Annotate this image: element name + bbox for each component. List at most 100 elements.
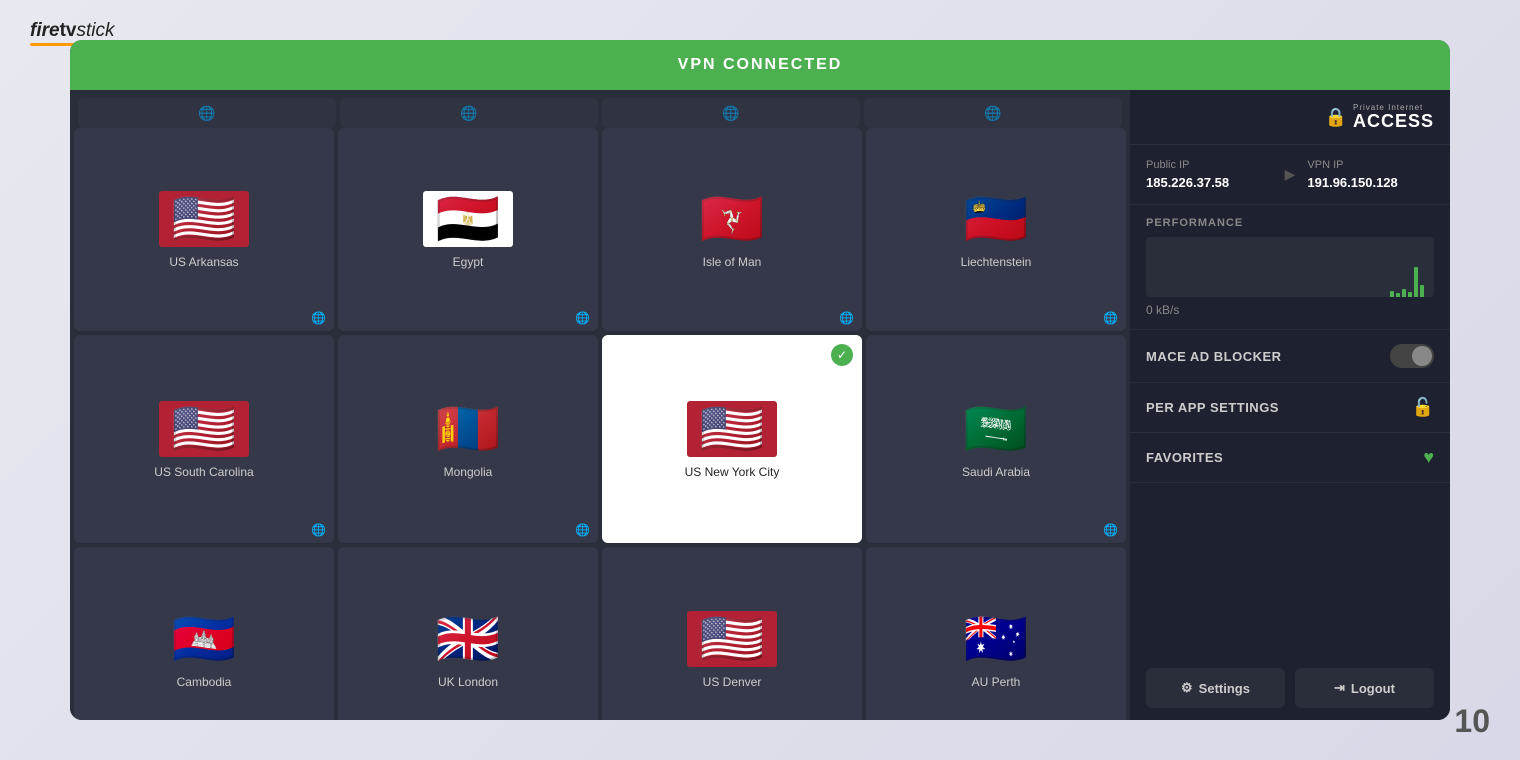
partial-cell-3: 🌐 — [602, 98, 860, 128]
globe-icon-6: 🌐 — [575, 523, 590, 537]
flag-us-denver — [687, 611, 777, 667]
globe-icon-2: 🌐 — [575, 311, 590, 325]
label-us-sc: US South Carolina — [154, 465, 253, 479]
logout-label: Logout — [1351, 681, 1395, 696]
settings-label: Settings — [1199, 681, 1250, 696]
pia-access-label: ACCESS — [1353, 112, 1434, 130]
pia-text-block: Private Internet ACCESS — [1353, 104, 1434, 130]
label-au-perth: AU Perth — [972, 675, 1021, 689]
flag-isle-of-man — [687, 191, 777, 247]
performance-bars — [1390, 267, 1424, 297]
vpn-ip-label: VPN IP — [1307, 159, 1434, 171]
vpn-status-label: VPN CONNECTED — [678, 56, 843, 74]
main-screen: VPN CONNECTED 🌐 🌐 🌐 🌐 — [70, 40, 1450, 720]
selected-check-icon: ✓ — [831, 344, 853, 366]
label-us-arkansas: US Arkansas — [169, 255, 238, 269]
gear-icon: ⚙ — [1181, 680, 1193, 696]
cell-mongolia[interactable]: Mongolia 🌐 — [338, 335, 598, 544]
label-uk-london: UK London — [438, 675, 498, 689]
performance-graph — [1146, 237, 1434, 297]
cell-isle-of-man[interactable]: Isle of Man 🌐 — [602, 128, 862, 331]
performance-section: PERFORMANCE 0 kB/s — [1130, 205, 1450, 330]
globe-icon-1: 🌐 — [311, 311, 326, 325]
public-ip-label: Public IP — [1146, 159, 1273, 171]
flag-uk-london — [423, 611, 513, 667]
pia-header: 🔒 Private Internet ACCESS — [1130, 90, 1450, 145]
performance-kb: 0 kB/s — [1146, 303, 1434, 317]
bar-4 — [1408, 292, 1412, 297]
fire-text: fire — [30, 20, 60, 41]
arrow-right-icon: ▶ — [1285, 166, 1296, 183]
label-us-nyc: US New York City — [685, 465, 780, 479]
label-isle-of-man: Isle of Man — [703, 255, 762, 269]
label-egypt: Egypt — [453, 255, 484, 269]
bar-5 — [1414, 267, 1418, 297]
flag-saudi-arabia — [951, 401, 1041, 457]
cell-uk-london[interactable]: UK London 🌐 — [338, 547, 598, 720]
cell-us-arkansas[interactable]: US Arkansas 🌐 — [74, 128, 334, 331]
public-ip-block: Public IP 185.226.37.58 — [1146, 159, 1273, 190]
pia-logo: 🔒 Private Internet ACCESS — [1325, 104, 1434, 130]
label-cambodia: Cambodia — [177, 675, 232, 689]
vpn-ip-block: VPN IP 191.96.150.128 — [1307, 159, 1434, 190]
ip-section: Public IP 185.226.37.58 ▶ VPN IP 191.96.… — [1130, 145, 1450, 205]
label-saudi-arabia: Saudi Arabia — [962, 465, 1030, 479]
partial-cell-2: 🌐 — [340, 98, 598, 128]
settings-button[interactable]: ⚙ Settings — [1146, 668, 1285, 708]
globe-icon-8: 🌐 — [1103, 523, 1118, 537]
vpn-status-bar: VPN CONNECTED — [70, 40, 1450, 90]
tv-text: tv — [60, 20, 77, 41]
logout-icon: ⇥ — [1334, 680, 1345, 696]
green-lock-icon: 🔓 — [1412, 397, 1434, 418]
heart-icon: ♥ — [1423, 447, 1434, 468]
favorites-label: FAVORITES — [1146, 450, 1223, 465]
flag-us-arkansas — [159, 191, 249, 247]
flag-us-nyc — [687, 401, 777, 457]
flag-us-sc — [159, 401, 249, 457]
bar-2 — [1396, 293, 1400, 297]
per-app-label: PER APP SETTINGS — [1146, 400, 1279, 415]
lock-icon: 🔒 — [1325, 107, 1347, 128]
sidebar: 🔒 Private Internet ACCESS Public IP 185.… — [1130, 90, 1450, 720]
cell-saudi-arabia[interactable]: Saudi Arabia 🌐 — [866, 335, 1126, 544]
label-us-denver: US Denver — [703, 675, 762, 689]
stick-text: stick — [76, 20, 114, 41]
cell-liechtenstein[interactable]: Liechtenstein 🌐 — [866, 128, 1126, 331]
bar-1 — [1390, 291, 1394, 297]
partial-top-row: 🌐 🌐 🌐 🌐 — [74, 94, 1126, 128]
label-liechtenstein: Liechtenstein — [961, 255, 1032, 269]
main-area: 🌐 🌐 🌐 🌐 US Arkansas 🌐 — [70, 90, 1450, 720]
mace-toggle[interactable] — [1390, 344, 1434, 368]
flag-au-perth — [951, 611, 1041, 667]
label-mongolia: Mongolia — [444, 465, 493, 479]
cell-us-new-york[interactable]: ✓ US New York City — [602, 335, 862, 544]
globe-icon-4: 🌐 — [1103, 311, 1118, 325]
globe-icon-3: 🌐 — [839, 311, 854, 325]
cell-au-perth[interactable]: AU Perth 🌐 — [866, 547, 1126, 720]
public-ip-value: 185.226.37.58 — [1146, 175, 1273, 190]
bar-3 — [1402, 289, 1406, 297]
flag-liechtenstein — [951, 191, 1041, 247]
globe-icon-5: 🌐 — [311, 523, 326, 537]
grid-area: 🌐 🌐 🌐 🌐 US Arkansas 🌐 — [70, 90, 1130, 720]
favorites-section[interactable]: FAVORITES ♥ — [1130, 433, 1450, 483]
flag-egypt — [423, 191, 513, 247]
cell-egypt[interactable]: Egypt 🌐 — [338, 128, 598, 331]
per-app-section[interactable]: PER APP SETTINGS 🔓 — [1130, 383, 1450, 433]
mace-section[interactable]: MACE AD BLOCKER — [1130, 330, 1450, 383]
cell-us-denver[interactable]: US Denver 🌐 — [602, 547, 862, 720]
ten-badge: 10 — [1454, 703, 1490, 740]
bar-6 — [1420, 285, 1424, 297]
mace-label: MACE AD BLOCKER — [1146, 349, 1282, 364]
logout-button[interactable]: ⇥ Logout — [1295, 668, 1434, 708]
partial-cell-1: 🌐 — [78, 98, 336, 128]
partial-cell-4: 🌐 — [864, 98, 1122, 128]
location-grid: US Arkansas 🌐 Egypt 🌐 Isle of Man 🌐 Liec… — [74, 128, 1126, 720]
cell-cambodia[interactable]: Cambodia 🌐 — [74, 547, 334, 720]
performance-title: PERFORMANCE — [1146, 217, 1434, 229]
flag-cambodia — [159, 611, 249, 667]
flag-mongolia — [423, 401, 513, 457]
vpn-ip-value: 191.96.150.128 — [1307, 175, 1434, 190]
cell-us-south-carolina[interactable]: US South Carolina 🌐 — [74, 335, 334, 544]
mace-toggle-knob — [1412, 346, 1432, 366]
